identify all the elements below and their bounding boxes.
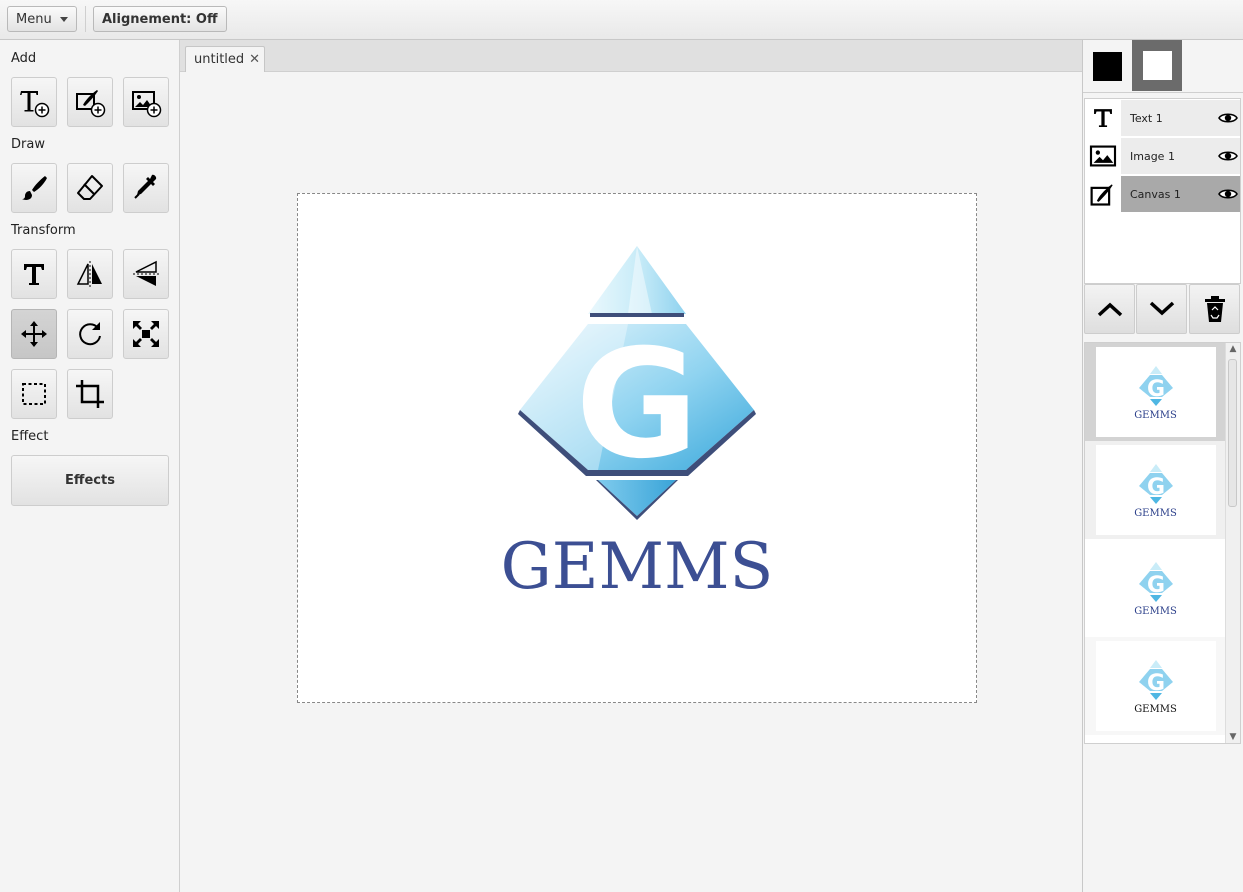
svg-text:G: G [1146,671,1164,696]
layers-panel: Text 1 Image 1 Canvas 1 G GEMMS G GEMMS … [1082,40,1243,892]
delete-layer-button[interactable] [1189,284,1240,334]
layer-name: Image 1 [1130,149,1175,163]
effects-label: Effects [65,473,115,488]
toolbar-divider [85,6,86,32]
layer-row-canvas-1[interactable]: Canvas 1 [1085,176,1240,212]
section-label-add: Add [11,51,37,66]
history-thumbnail: G GEMMS [1095,641,1216,731]
scrollbar-thumb[interactable] [1228,359,1237,507]
chevron-down-icon [1149,301,1174,316]
flip-horizontal-button[interactable] [67,249,113,299]
scroll-up-icon[interactable]: ▲ [1226,343,1240,355]
layer-name: Canvas 1 [1130,187,1181,201]
add-text-button[interactable] [11,77,57,127]
history-scrollbar[interactable]: ▲ ▼ [1225,343,1240,743]
chevron-down-icon [59,16,68,22]
section-label-transform: Transform [11,223,76,238]
foreground-color-swatch[interactable] [1093,52,1122,81]
alignment-toggle-button[interactable]: Alignement: Off [93,6,227,32]
svg-text:G: G [1146,475,1164,500]
trash-icon [1204,296,1225,322]
gem-logo-thumbnail: G [1138,365,1173,406]
history-thumb-label: GEMMS [1134,605,1177,617]
history-thumb-label: GEMMS [1134,703,1177,715]
text-icon [24,264,44,285]
add-canvas-button[interactable] [67,77,113,127]
layer-row-image-1[interactable]: Image 1 [1085,138,1240,174]
crop-icon [76,380,104,408]
move-layer-up-button[interactable] [1084,284,1135,334]
add-image-button[interactable] [123,77,169,127]
gem-logo-thumbnail: G [1138,659,1173,700]
flip-horizontal-icon [76,261,102,287]
move-layer-down-button[interactable] [1136,284,1187,334]
section-label-effect: Effect [11,429,49,444]
scroll-down-icon[interactable]: ▼ [1226,731,1240,743]
scale-tool-button[interactable] [123,309,169,359]
layer-row-text-1[interactable]: Text 1 [1085,100,1240,136]
image-layer-icon [1085,138,1121,174]
drawing-canvas[interactable]: G GEMMS [297,193,977,703]
visibility-eye-icon[interactable] [1216,111,1240,125]
move-tool-button[interactable] [11,309,57,359]
eraser-icon [77,175,103,200]
canvas-layer-icon [1085,176,1121,212]
gemms-logo-image: G GEMMS [501,246,774,604]
tab-untitled[interactable]: untitled ✕ [185,46,265,72]
text-tool-button[interactable] [11,249,57,299]
svg-text:G: G [1146,377,1164,402]
history-item[interactable]: G GEMMS [1085,637,1226,735]
history-thumbnail: G GEMMS [1095,543,1216,633]
alignment-label: Alignement: Off [102,11,218,27]
eyedropper-icon [134,174,157,199]
flip-vertical-button[interactable] [123,249,169,299]
selection-icon [22,383,46,405]
layer-list: Text 1 Image 1 Canvas 1 [1084,98,1241,284]
flip-vertical-icon [133,260,159,286]
history-list: G GEMMS G GEMMS G GEMMS G GEMMS ▲ ▼ [1084,342,1241,744]
history-thumb-label: GEMMS [1134,409,1177,421]
top-toolbar: Menu Alignement: Off [0,0,1243,40]
add-image-icon [132,91,162,118]
layer-name: Text 1 [1130,111,1163,125]
color-picker-button[interactable] [123,163,169,213]
eraser-tool-button[interactable] [67,163,113,213]
resize-icon [133,321,159,347]
tab-bar: untitled ✕ [180,40,1082,72]
history-item[interactable]: G GEMMS [1085,441,1226,539]
add-canvas-icon [76,90,106,118]
add-text-icon [20,91,50,118]
history-thumbnail: G GEMMS [1095,347,1216,437]
tools-panel: Add Draw Transform Effect Effects [0,40,180,892]
gem-logo-thumbnail: G [1138,561,1173,602]
logo-letter: G [575,318,698,492]
background-color-swatch[interactable] [1143,51,1172,80]
tab-label: untitled [194,52,245,67]
select-tool-button[interactable] [11,369,57,419]
text-layer-icon [1085,100,1121,136]
rotate-icon [79,322,101,346]
brush-icon [22,176,47,200]
editor-area: untitled ✕ G GEMMS [180,40,1082,892]
menu-button[interactable]: Menu [7,6,77,32]
history-thumb-label: GEMMS [1134,507,1177,519]
section-label-draw: Draw [11,137,45,152]
menu-label: Menu [16,11,52,27]
history-item[interactable]: G GEMMS [1085,343,1226,441]
svg-text:G: G [1146,573,1164,598]
gem-logo-thumbnail: G [1138,463,1173,504]
history-thumbnail: G GEMMS [1095,445,1216,535]
visibility-eye-icon[interactable] [1216,187,1240,201]
rotate-tool-button[interactable] [67,309,113,359]
move-icon [21,321,47,347]
crop-tool-button[interactable] [67,369,113,419]
chevron-up-icon [1097,302,1122,317]
logo-text: GEMMS [501,530,774,604]
history-item[interactable]: G GEMMS [1085,539,1226,637]
close-icon[interactable]: ✕ [249,52,260,67]
effects-button[interactable]: Effects [11,455,169,506]
brush-tool-button[interactable] [11,163,57,213]
visibility-eye-icon[interactable] [1216,149,1240,163]
